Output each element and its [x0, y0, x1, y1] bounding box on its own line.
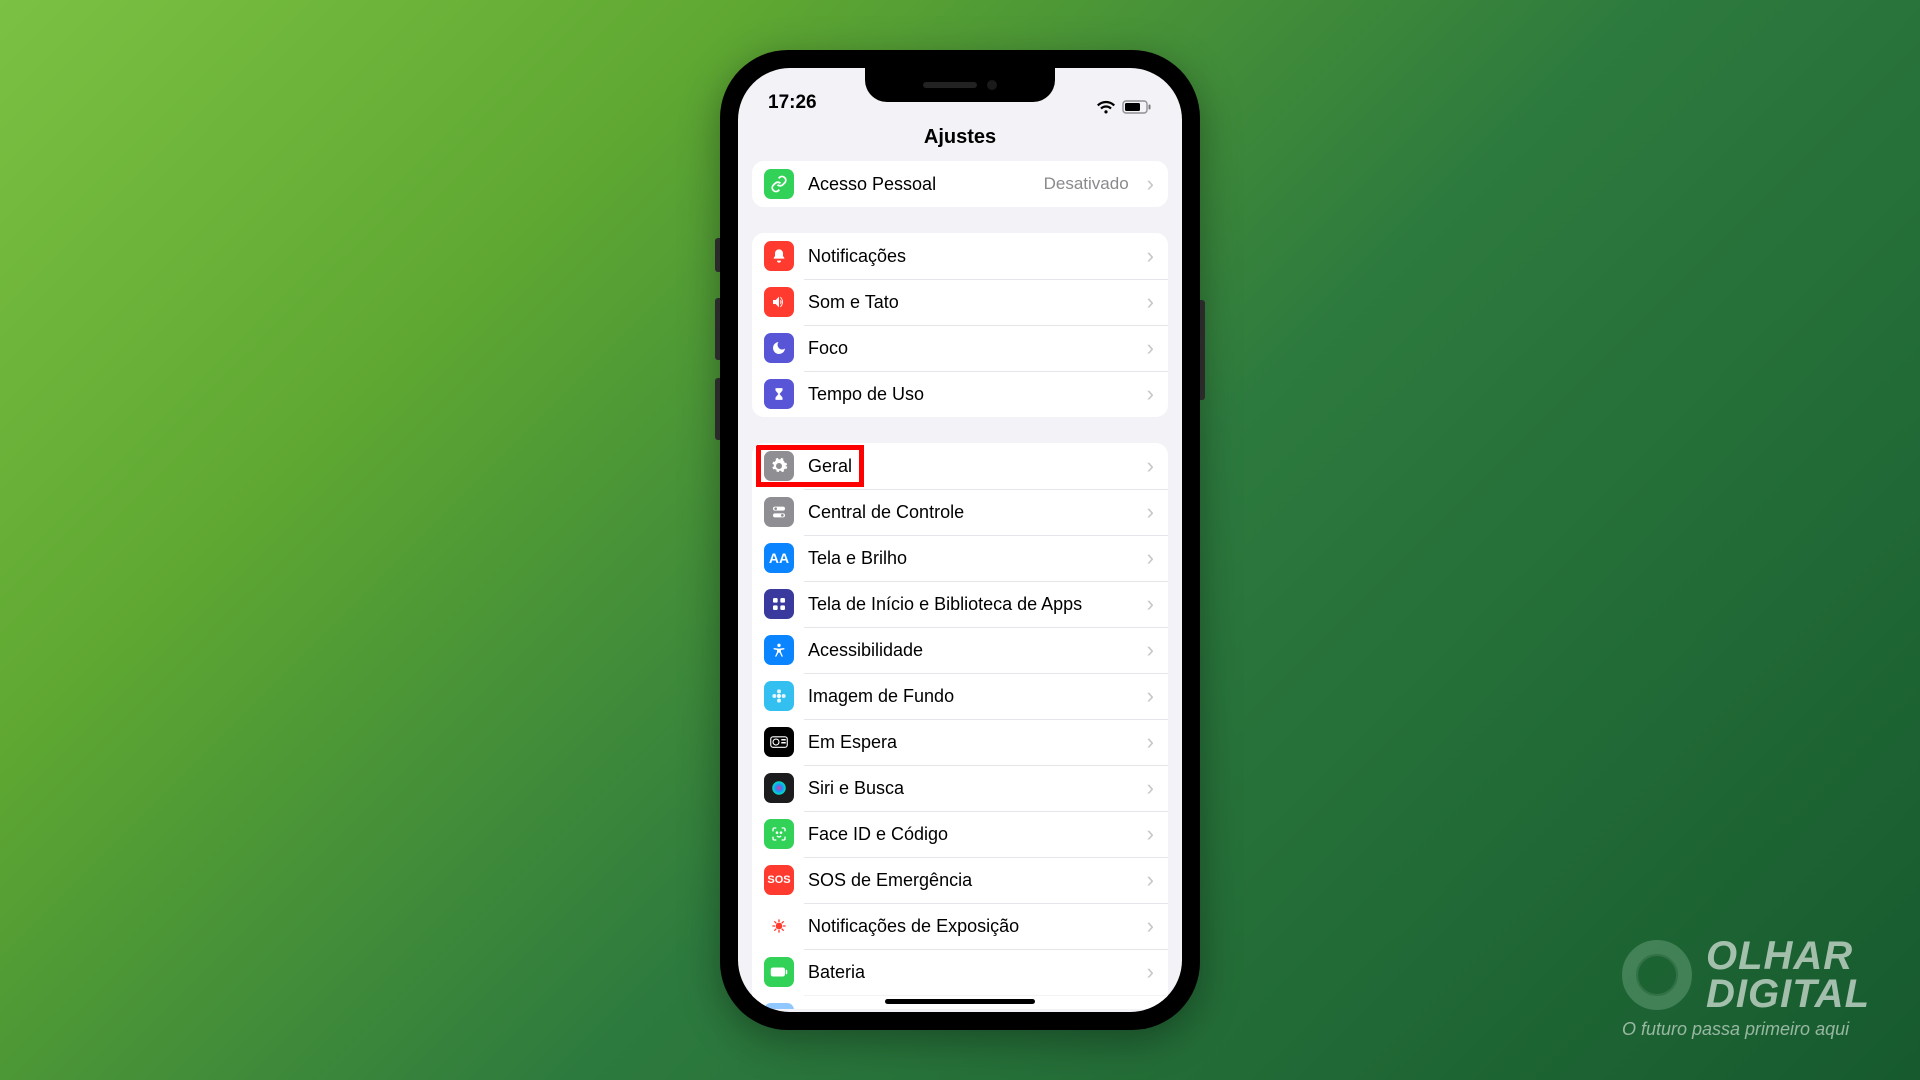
row-hotspot[interactable]: Acesso Pessoal Desativado › [752, 161, 1168, 207]
row-battery[interactable]: Bateria › [752, 949, 1168, 995]
chevron-right-icon: › [1147, 777, 1154, 799]
chevron-right-icon: › [1147, 1007, 1154, 1009]
row-label: Imagem de Fundo [808, 686, 1133, 707]
chevron-right-icon: › [1147, 823, 1154, 845]
row-label: Notificações [808, 246, 1133, 267]
person-icon [764, 635, 794, 665]
notch [865, 68, 1055, 102]
row-notifications[interactable]: Notificações › [752, 233, 1168, 279]
watermark: OLHAR DIGITAL O futuro passa primeiro aq… [1622, 937, 1870, 1040]
battery-icon [764, 957, 794, 987]
row-sos[interactable]: SOS SOS de Emergência › [752, 857, 1168, 903]
watermark-line2: DIGITAL [1706, 975, 1870, 1013]
row-label: Privacidade e Segurança [808, 1008, 1133, 1010]
volume-down-button [715, 378, 720, 440]
chevron-right-icon: › [1147, 173, 1154, 195]
row-focus[interactable]: Foco › [752, 325, 1168, 371]
chevron-right-icon: › [1147, 869, 1154, 891]
chevron-right-icon: › [1147, 455, 1154, 477]
settings-group-connectivity: Acesso Pessoal Desativado › [752, 161, 1168, 207]
flower-icon [764, 681, 794, 711]
page-title: Ajustes [738, 118, 1182, 161]
grid-icon [764, 589, 794, 619]
row-homescreen[interactable]: Tela de Início e Biblioteca de Apps › [752, 581, 1168, 627]
settings-group-alerts: Notificações › Som e Tato › Foco › [752, 233, 1168, 417]
gear-icon [764, 451, 794, 481]
chevron-right-icon: › [1147, 501, 1154, 523]
chevron-right-icon: › [1147, 291, 1154, 313]
chevron-right-icon: › [1147, 961, 1154, 983]
row-label: Som e Tato [808, 292, 1133, 313]
sun-icon: AA [764, 543, 794, 573]
settings-content[interactable]: Acesso Pessoal Desativado › Notificações… [738, 161, 1182, 1009]
power-button [1200, 300, 1205, 400]
row-label: Foco [808, 338, 1133, 359]
row-label: Geral [808, 456, 1133, 477]
silent-switch [715, 238, 720, 272]
row-label: Acesso Pessoal [808, 174, 1030, 195]
hourglass-icon [764, 379, 794, 409]
siri-icon [764, 773, 794, 803]
speaker-icon [764, 287, 794, 317]
chevron-right-icon: › [1147, 593, 1154, 615]
row-label: Tela de Início e Biblioteca de Apps [808, 594, 1133, 615]
link-icon [764, 169, 794, 199]
volume-up-button [715, 298, 720, 360]
row-label: Face ID e Código [808, 824, 1133, 845]
watermark-tagline: O futuro passa primeiro aqui [1622, 1019, 1870, 1040]
row-wallpaper[interactable]: Imagem de Fundo › [752, 673, 1168, 719]
hand-icon [764, 1003, 794, 1009]
status-time: 17:26 [768, 92, 817, 114]
row-exposure[interactable]: Notificações de Exposição › [752, 903, 1168, 949]
bell-icon [764, 241, 794, 271]
row-label: Bateria [808, 962, 1133, 983]
chevron-right-icon: › [1147, 383, 1154, 405]
chevron-right-icon: › [1147, 731, 1154, 753]
row-sounds[interactable]: Som e Tato › [752, 279, 1168, 325]
screen: 17:26 Ajustes Acesso Pessoal Desa [738, 68, 1182, 1012]
row-label: Notificações de Exposição [808, 916, 1133, 937]
battery-icon [1122, 100, 1152, 114]
row-label: Siri e Busca [808, 778, 1133, 799]
row-screentime[interactable]: Tempo de Uso › [752, 371, 1168, 417]
sos-icon: SOS [764, 865, 794, 895]
row-detail: Desativado [1044, 174, 1129, 194]
row-general[interactable]: Geral › [752, 443, 1168, 489]
watermark-line1: OLHAR [1706, 937, 1870, 975]
home-indicator[interactable] [885, 999, 1035, 1004]
wifi-icon [1096, 100, 1116, 114]
moon-icon [764, 333, 794, 363]
row-controlcenter[interactable]: Central de Controle › [752, 489, 1168, 535]
toggles-icon [764, 497, 794, 527]
chevron-right-icon: › [1147, 639, 1154, 661]
face-icon [764, 819, 794, 849]
row-label: SOS de Emergência [808, 870, 1133, 891]
row-label: Central de Controle [808, 502, 1133, 523]
clock-icon [764, 727, 794, 757]
row-label: Tempo de Uso [808, 384, 1133, 405]
row-label: Em Espera [808, 732, 1133, 753]
logo-ring-icon [1622, 940, 1692, 1010]
chevron-right-icon: › [1147, 915, 1154, 937]
chevron-right-icon: › [1147, 245, 1154, 267]
chevron-right-icon: › [1147, 547, 1154, 569]
phone-frame: 17:26 Ajustes Acesso Pessoal Desa [720, 50, 1200, 1030]
row-display[interactable]: AA Tela e Brilho › [752, 535, 1168, 581]
row-accessibility[interactable]: Acessibilidade › [752, 627, 1168, 673]
chevron-right-icon: › [1147, 337, 1154, 359]
row-faceid[interactable]: Face ID e Código › [752, 811, 1168, 857]
virus-icon [764, 911, 794, 941]
row-label: Acessibilidade [808, 640, 1133, 661]
chevron-right-icon: › [1147, 685, 1154, 707]
row-standby[interactable]: Em Espera › [752, 719, 1168, 765]
row-siri[interactable]: Siri e Busca › [752, 765, 1168, 811]
settings-group-system: Geral › Central de Controle › AA Tela e … [752, 443, 1168, 1009]
row-label: Tela e Brilho [808, 548, 1133, 569]
